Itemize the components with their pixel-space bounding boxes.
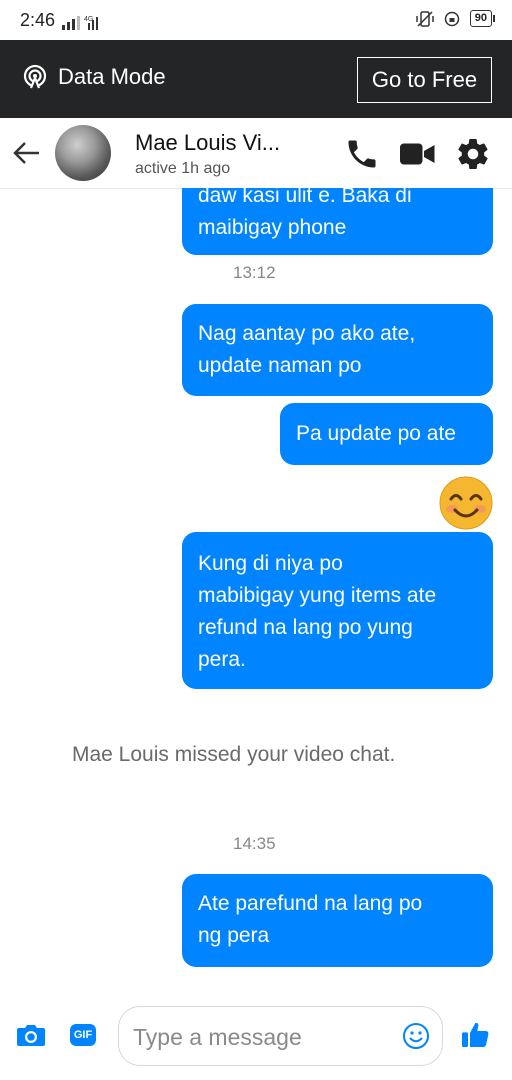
message-bubble[interactable]: Pa update po ate <box>280 403 493 465</box>
thumbs-up-like-icon[interactable] <box>460 1019 492 1051</box>
signal-icon: 4G <box>62 16 98 30</box>
message-line: refund na lang po yung <box>198 616 413 639</box>
message-line: update naman po <box>198 354 362 377</box>
contact-name[interactable]: Mae Louis Vi... <box>135 130 280 156</box>
status-time: 2:46 <box>20 10 56 30</box>
message-line: daw kasi ulit e. Baka di <box>198 188 412 207</box>
settings-gear-icon[interactable] <box>455 136 491 172</box>
message-line: ng pera <box>198 924 270 947</box>
video-call-icon[interactable] <box>398 136 438 172</box>
vibrate-icon <box>416 10 434 27</box>
message-line: Ate parefund na lang po <box>198 892 423 915</box>
message-composer: GIF <box>0 996 512 1080</box>
data-mode-label-group: Data Mode <box>22 64 166 90</box>
smiling-face-emoji-icon[interactable] <box>439 476 493 530</box>
camera-icon[interactable] <box>16 1022 46 1048</box>
message-line: maibigay phone <box>198 216 347 239</box>
phone-call-icon[interactable] <box>344 136 380 172</box>
message-timestamp: 14:35 <box>233 834 276 853</box>
missed-video-chat-notice[interactable]: Mae Louis missed your video chat. <box>72 743 395 767</box>
go-to-free-button[interactable]: Go to Free <box>357 57 492 103</box>
contact-status: active 1h ago <box>135 160 231 177</box>
message-line: Kung di niya po <box>198 552 343 575</box>
message-input-container <box>118 1006 443 1066</box>
status-right: 90 <box>416 10 496 27</box>
alarm-icon <box>444 11 459 26</box>
message-line: Nag aantay po ako ate, <box>198 322 416 345</box>
message-line: pera. <box>198 648 246 671</box>
message-line: Pa update po ate <box>296 422 456 445</box>
emoji-picker-icon[interactable] <box>402 1022 430 1050</box>
message-bubble[interactable]: Kung di niya po mabibigay yung items ate… <box>182 532 493 689</box>
network-type: 4G <box>84 16 93 23</box>
message-thread[interactable]: daw kasi ulit e. Baka di maibigay phone … <box>0 188 512 996</box>
message-bubble[interactable]: Nag aantay po ako ate, update naman po <box>182 304 493 396</box>
message-bubble[interactable]: Ate parefund na lang po ng pera <box>182 874 493 967</box>
data-mode-label: Data Mode <box>58 64 166 89</box>
broadcast-icon <box>23 64 47 89</box>
battery-indicator: 90 <box>469 10 496 27</box>
chat-header: Mae Louis Vi... active 1h ago <box>0 118 512 189</box>
status-bar: 2:46 4G 90 <box>0 0 512 40</box>
message-input[interactable] <box>131 1019 395 1055</box>
avatar[interactable] <box>55 125 111 181</box>
message-bubble[interactable]: daw kasi ulit e. Baka di maibigay phone <box>182 188 493 255</box>
message-line: mabibigay yung items ate <box>198 584 437 607</box>
back-arrow-icon[interactable] <box>12 138 42 168</box>
gif-button[interactable]: GIF <box>70 1024 96 1046</box>
message-timestamp: 13:12 <box>233 263 276 282</box>
